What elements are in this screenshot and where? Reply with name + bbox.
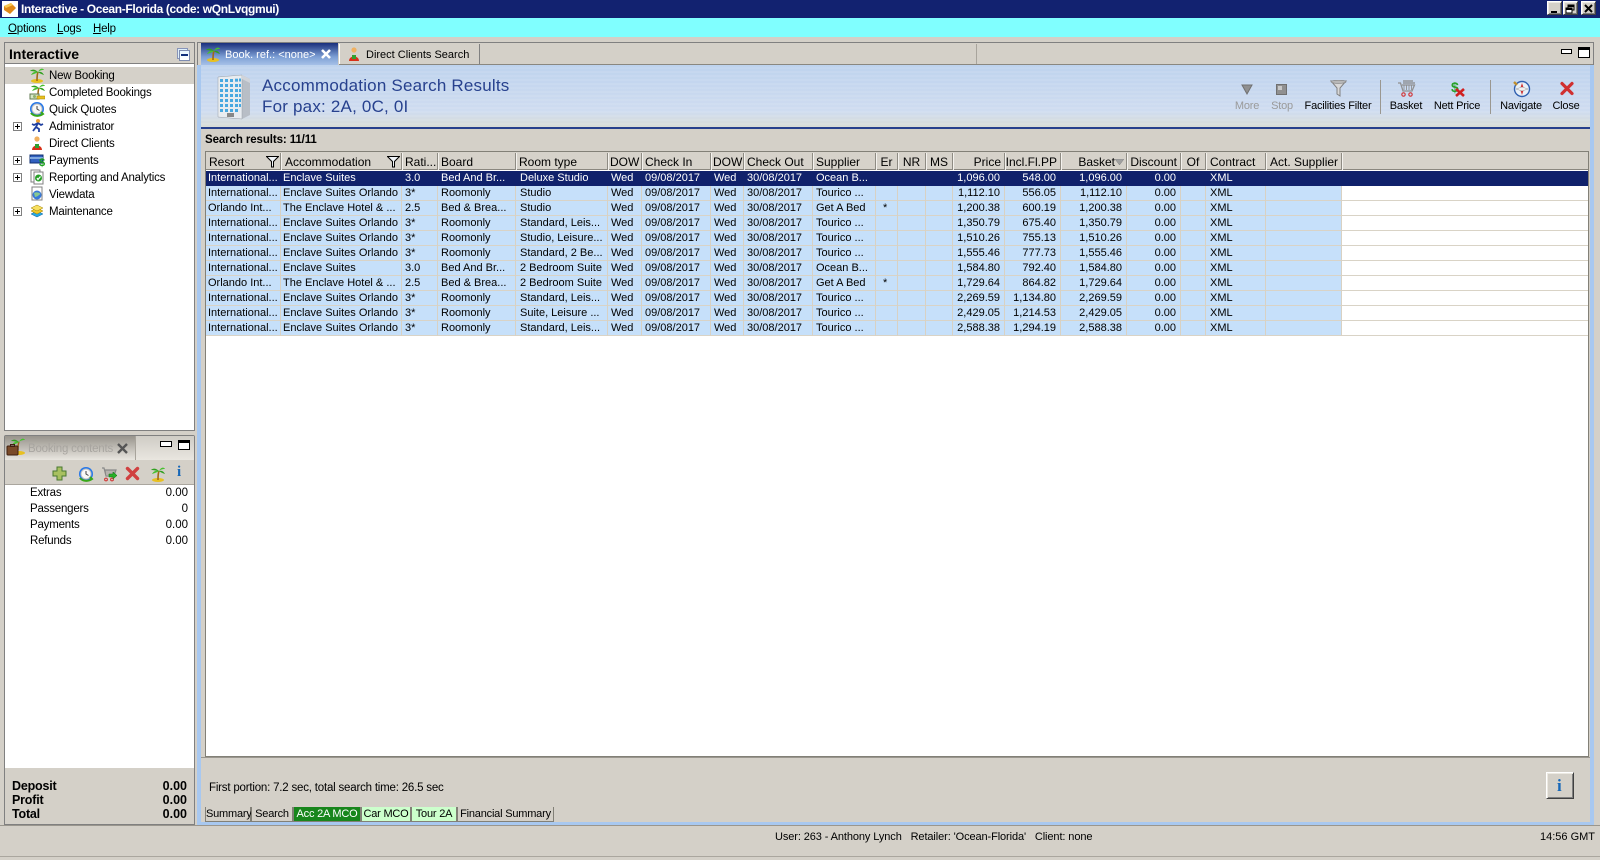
svg-text:$: $ xyxy=(1451,79,1459,95)
svg-text:$: $ xyxy=(39,157,45,168)
